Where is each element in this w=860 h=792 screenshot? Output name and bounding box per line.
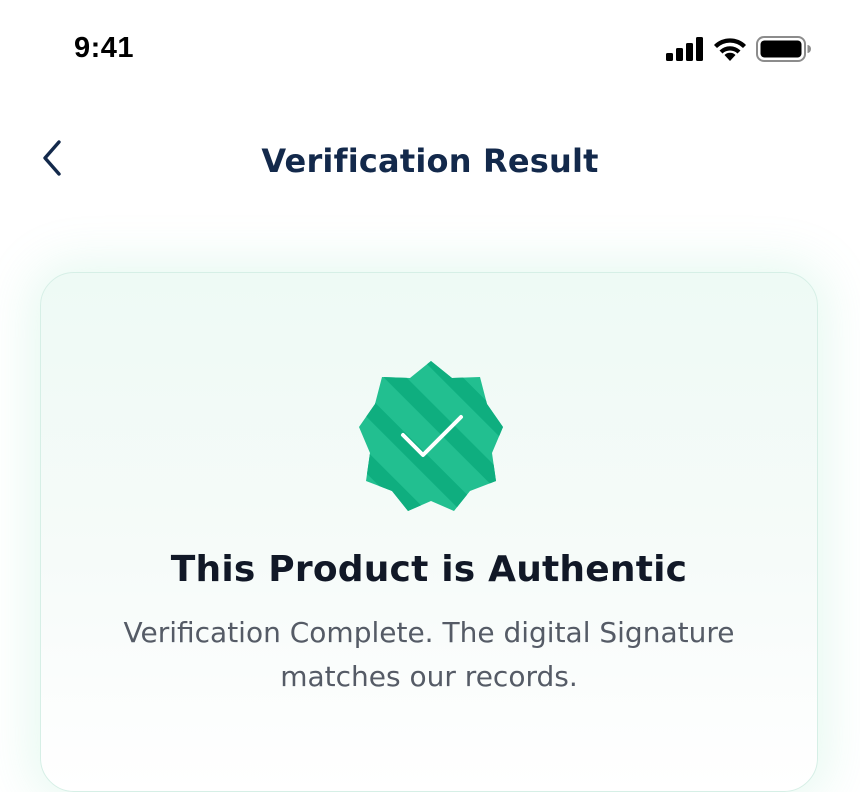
- battery-icon: [756, 36, 812, 62]
- status-time: 9:41: [74, 32, 135, 64]
- wifi-icon: [712, 36, 748, 62]
- verification-result-card: This Product is Authentic Verification C…: [40, 272, 818, 792]
- result-title: This Product is Authentic: [170, 549, 688, 590]
- cellular-signal-icon: [666, 37, 704, 61]
- status-bar: 9:41: [0, 0, 860, 100]
- page-title: Verification Result: [261, 142, 599, 180]
- verified-badge-check-icon: [359, 361, 503, 511]
- status-icons: [666, 36, 812, 62]
- nav-bar: Verification Result: [0, 120, 860, 204]
- result-message: Verification Complete. The digital Signa…: [123, 616, 735, 693]
